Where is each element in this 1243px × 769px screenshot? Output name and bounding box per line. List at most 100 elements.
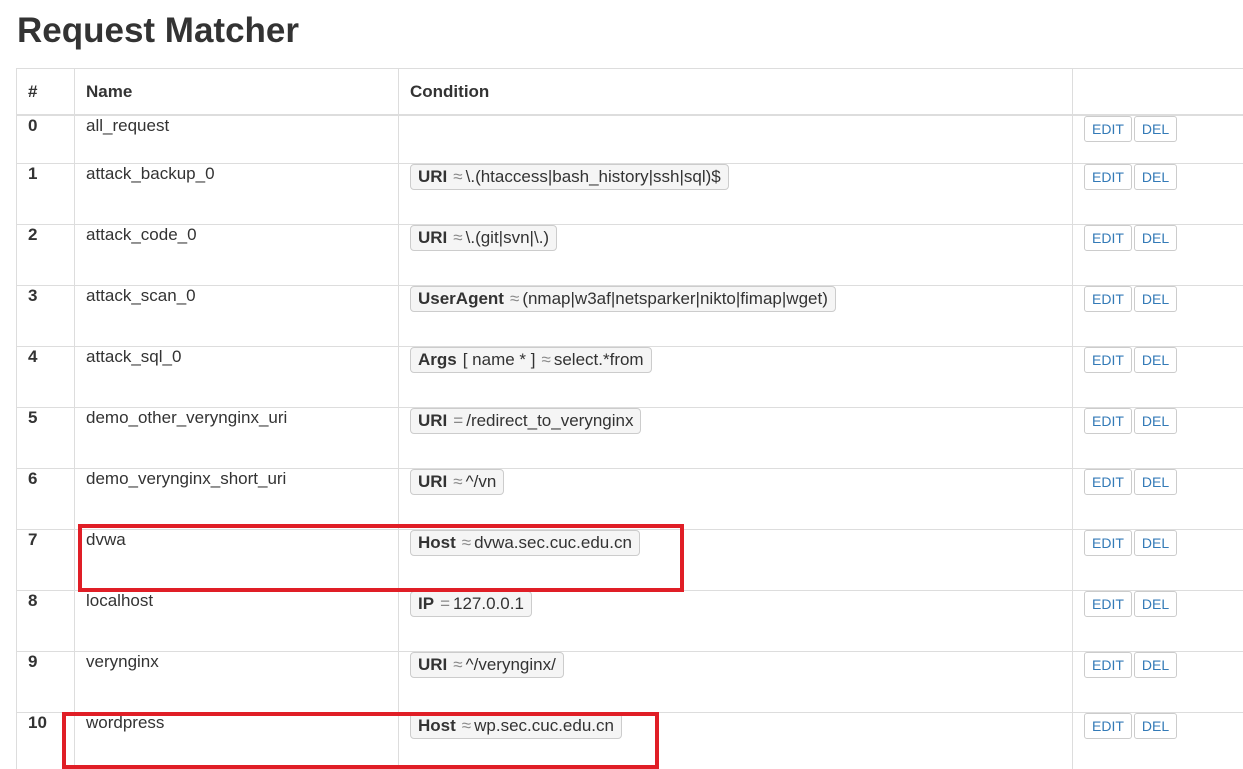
- matcher-name: all_request: [74, 114, 399, 164]
- matcher-condition-cell: Host ≈ wp.sec.cuc.edu.cn: [398, 712, 1073, 769]
- row-index: 3: [16, 285, 75, 347]
- table-row: 3 attack_scan_0 UserAgent ≈ (nmap|w3af|netsp…: [16, 285, 1243, 347]
- condition-badge: URI ≈ ^/vn: [410, 469, 505, 495]
- table-row: 1 attack_backup_0 URI ≈ \.(htaccess|bash_his…: [16, 163, 1243, 225]
- edit-button[interactable]: EDIT: [1084, 591, 1132, 617]
- table-row: 7 dvwa Host ≈ dvwa.sec.cuc.edu.cn EDIT DEL: [16, 529, 1243, 591]
- condition-badge: Args [ name * ] ≈ select.*from: [410, 347, 652, 373]
- condition-variable: URI: [418, 228, 448, 247]
- row-actions: EDIT DEL: [1072, 224, 1243, 286]
- matcher-condition-cell: URI ≈ \.(git|svn|\.): [398, 224, 1073, 286]
- edit-button[interactable]: EDIT: [1084, 225, 1132, 251]
- delete-button[interactable]: DEL: [1133, 164, 1178, 190]
- table-row: 2 attack_code_0 URI ≈ \.(git|svn|\.) EDIT DEL: [16, 224, 1243, 286]
- delete-button[interactable]: DEL: [1133, 408, 1178, 434]
- matcher-condition-cell: IP = 127.0.0.1: [398, 590, 1073, 652]
- row-actions: EDIT DEL: [1072, 468, 1243, 530]
- condition-variable: Host: [418, 533, 456, 552]
- row-actions: EDIT DEL: [1072, 114, 1243, 164]
- page-title: Request Matcher: [17, 11, 300, 50]
- row-actions: EDIT DEL: [1072, 285, 1243, 347]
- row-actions: EDIT DEL: [1072, 651, 1243, 713]
- condition-value: dvwa.sec.cuc.edu.cn: [474, 533, 632, 552]
- condition-variable: URI: [418, 167, 448, 186]
- condition-badge: UserAgent ≈ (nmap|w3af|netsparker|nikto|fi…: [410, 286, 836, 312]
- condition-variable: URI: [418, 472, 448, 491]
- row-index: 5: [16, 407, 75, 469]
- edit-button[interactable]: EDIT: [1084, 530, 1132, 556]
- page: Request Matcher # Name Condition 0 all_re…: [0, 0, 1243, 769]
- edit-button[interactable]: EDIT: [1084, 652, 1132, 678]
- delete-button[interactable]: DEL: [1133, 116, 1178, 142]
- condition-operator: ≈: [509, 289, 520, 308]
- row-index: 0: [16, 114, 75, 164]
- condition-value: ^/vn: [465, 472, 497, 491]
- condition-value: 127.0.0.1: [453, 594, 524, 613]
- delete-button[interactable]: DEL: [1133, 591, 1178, 617]
- row-index: 4: [16, 346, 75, 408]
- edit-button[interactable]: EDIT: [1084, 408, 1132, 434]
- row-index: 1: [16, 163, 75, 225]
- table-header-row: # Name Condition: [16, 68, 1243, 116]
- condition-value: (nmap|w3af|netsparker|nikto|fimap|wget): [522, 289, 828, 308]
- edit-button[interactable]: EDIT: [1084, 286, 1132, 312]
- header-name: Name: [74, 68, 399, 116]
- condition-badge: Host ≈ dvwa.sec.cuc.edu.cn: [410, 530, 640, 556]
- condition-badge: URI =/redirect_to_verynginx: [410, 408, 642, 434]
- edit-button[interactable]: EDIT: [1084, 347, 1132, 373]
- delete-button[interactable]: DEL: [1133, 652, 1178, 678]
- row-index: 10: [16, 712, 75, 769]
- matcher-condition-cell: UserAgent ≈ (nmap|w3af|netsparker|nikto|fi…: [398, 285, 1073, 347]
- edit-button[interactable]: EDIT: [1084, 713, 1132, 739]
- row-actions: EDIT DEL: [1072, 712, 1243, 769]
- header-actions: [1072, 68, 1243, 116]
- row-index: 8: [16, 590, 75, 652]
- condition-value: wp.sec.cuc.edu.cn: [474, 716, 614, 735]
- row-index: 7: [16, 529, 75, 591]
- condition-badge: URI ≈ \.(git|svn|\.): [410, 225, 558, 251]
- condition-operator: ≈: [461, 716, 472, 735]
- matcher-name: demo_other_verynginx_uri: [74, 407, 399, 469]
- edit-button[interactable]: EDIT: [1084, 469, 1132, 495]
- matcher-condition-cell: Host ≈ dvwa.sec.cuc.edu.cn: [398, 529, 1073, 591]
- row-actions: EDIT DEL: [1072, 529, 1243, 591]
- condition-operator: =: [440, 594, 450, 613]
- matcher-name: demo_verynginx_short_uri: [74, 468, 399, 530]
- table-row: 6 demo_verynginx_short_uri URI ≈ ^/vn EDIT DEL: [16, 468, 1243, 530]
- matcher-condition-cell: URI ≈ ^/vn: [398, 468, 1073, 530]
- table-row: 9 verynginx URI ≈ ^/verynginx/EDIT DEL: [16, 651, 1243, 713]
- edit-button[interactable]: EDIT: [1084, 116, 1132, 142]
- delete-button[interactable]: DEL: [1133, 713, 1178, 739]
- matcher-condition-cell: URI ≈ ^/verynginx/: [398, 651, 1073, 713]
- edit-button[interactable]: EDIT: [1084, 164, 1132, 190]
- condition-operator: ≈: [461, 533, 472, 552]
- condition-operator: ≈: [453, 655, 463, 674]
- condition-value: select.*from: [553, 350, 644, 369]
- row-actions: EDIT DEL: [1072, 163, 1243, 225]
- header-index: #: [16, 68, 75, 116]
- matcher-name: attack_sql_0: [74, 346, 399, 408]
- table-row: 8 localhost IP = 127.0.0.1 EDIT DEL: [16, 590, 1243, 652]
- condition-value: \.(htaccess|bash_history|ssh|sql)$: [465, 167, 721, 186]
- matcher-name: attack_code_0: [74, 224, 399, 286]
- delete-button[interactable]: DEL: [1133, 530, 1178, 556]
- condition-variable: UserAgent: [418, 289, 504, 308]
- table-row: 5 demo_other_verynginx_uri URI =/redirect_t…: [16, 407, 1243, 469]
- matcher-table: # Name Condition 0 all_request EDIT DEL 1 att…: [16, 68, 1243, 769]
- matcher-name: dvwa: [74, 529, 399, 591]
- matcher-name: attack_scan_0: [74, 285, 399, 347]
- matcher-condition-cell: [398, 114, 1073, 164]
- table-body: 0 all_request EDIT DEL 1 attack_backup_0 URI ≈ \…: [16, 114, 1243, 769]
- delete-button[interactable]: DEL: [1133, 225, 1178, 251]
- delete-button[interactable]: DEL: [1133, 286, 1178, 312]
- condition-badge: Host ≈ wp.sec.cuc.edu.cn: [410, 713, 622, 739]
- delete-button[interactable]: DEL: [1133, 469, 1178, 495]
- table-row: 4 attack_sql_0 Args [ name * ] ≈ select.*from…: [16, 346, 1243, 408]
- delete-button[interactable]: DEL: [1133, 347, 1178, 373]
- condition-operator: =: [453, 411, 464, 430]
- condition-value: ^/verynginx/: [465, 655, 556, 674]
- matcher-name: localhost: [74, 590, 399, 652]
- condition-variable: URI: [418, 411, 448, 430]
- condition-operator: ≈: [541, 350, 551, 369]
- condition-key: [ name * ]: [462, 350, 536, 369]
